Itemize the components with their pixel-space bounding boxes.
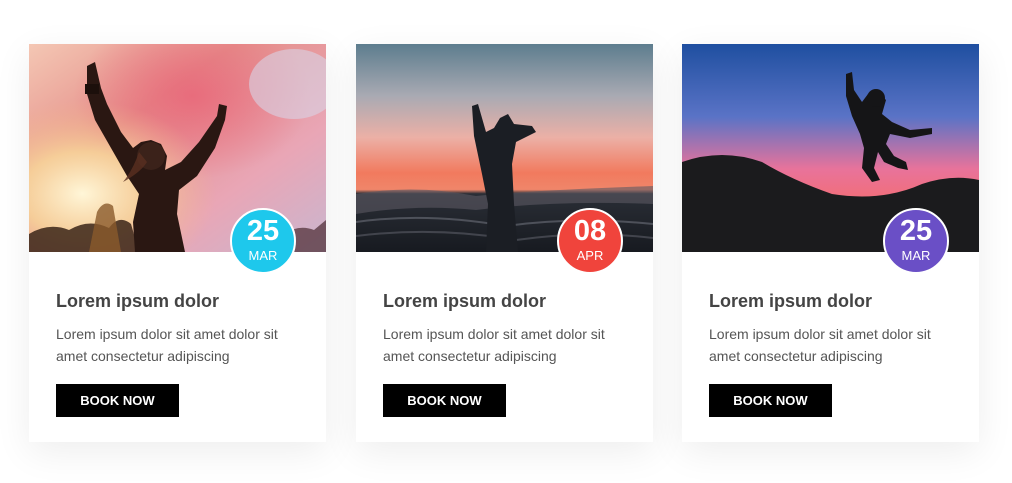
book-now-button[interactable]: BOOK NOW xyxy=(709,384,832,417)
event-card: 25 MAR Lorem ipsum dolor Lorem ipsum dol… xyxy=(29,44,326,442)
book-now-button[interactable]: BOOK NOW xyxy=(383,384,506,417)
card-description: Lorem ipsum dolor sit amet dolor sit ame… xyxy=(56,326,278,364)
date-month: MAR xyxy=(248,248,278,263)
card-title: Lorem ipsum dolor xyxy=(709,291,873,311)
event-card: 25 MAR Lorem ipsum dolor Lorem ipsum dol… xyxy=(682,44,979,442)
card-title: Lorem ipsum dolor xyxy=(383,291,547,311)
date-badge: 25 MAR xyxy=(883,208,949,274)
date-badge: 08 APR xyxy=(557,208,623,274)
card-description: Lorem ipsum dolor sit amet dolor sit ame… xyxy=(383,326,605,364)
date-day: 08 xyxy=(573,215,607,247)
card-title: Lorem ipsum dolor xyxy=(56,291,220,311)
date-month: MAR xyxy=(901,248,931,263)
date-badge: 25 MAR xyxy=(230,208,296,274)
card-description: Lorem ipsum dolor sit amet dolor sit ame… xyxy=(709,326,931,364)
book-now-button[interactable]: BOOK NOW xyxy=(56,384,179,417)
event-card: 08 APR Lorem ipsum dolor Lorem ipsum dol… xyxy=(356,44,653,442)
date-month: APR xyxy=(576,248,604,263)
date-day: 25 xyxy=(899,215,933,247)
date-day: 25 xyxy=(246,215,280,247)
